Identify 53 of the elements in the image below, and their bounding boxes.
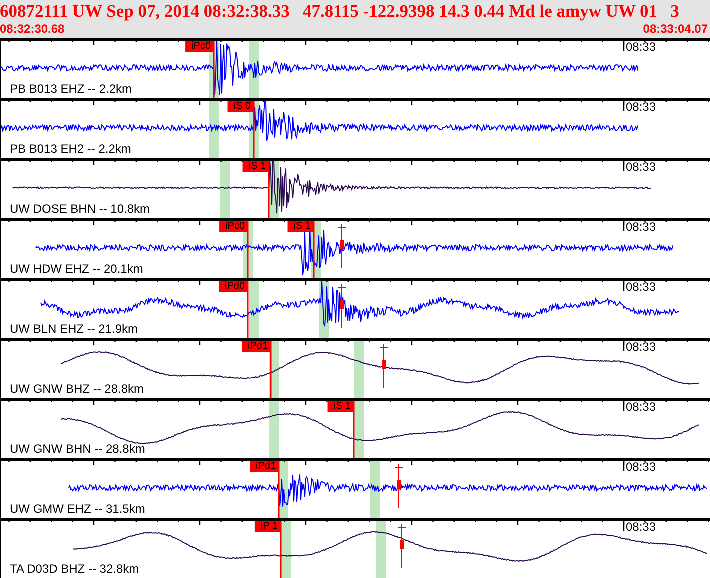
pick-window	[220, 160, 230, 218]
channel-label: UW BLN EHZ -- 21.9km	[10, 323, 138, 336]
channel-label: TA D03D BHZ -- 32.8km	[10, 563, 140, 576]
pick-label[interactable]: iS 0	[228, 101, 254, 112]
pick-line	[280, 521, 282, 578]
time-label: 08:33	[626, 101, 656, 114]
channel-label: UW HDW EHZ -- 20.1km	[10, 263, 144, 276]
amplitude-marker	[338, 284, 346, 328]
pick-line	[247, 221, 249, 278]
event-summary: 60872111 UW Sep 07, 2014 08:32:38.33 47.8115 -122.9398 14.3 0.44 Md le amyw UW 01 3	[0, 0, 680, 22]
pick-line	[247, 281, 249, 338]
time-label: 08:33	[626, 341, 656, 354]
end-time: 08:33:04.07	[643, 22, 708, 36]
time-label: 08:33	[626, 521, 656, 534]
pick-window	[249, 280, 259, 338]
start-time: 08:32:30.68	[0, 22, 65, 36]
amplitude-marker	[398, 524, 406, 568]
channel-label: PB B013 EH2 -- 2.2km	[10, 143, 132, 156]
channel-label: UW GNW BHN -- 28.8km	[10, 443, 146, 456]
pick-label[interactable]: iPd1	[250, 461, 279, 472]
amplitude-marker	[338, 224, 346, 268]
channel-label: PB B013 EHZ -- 2.2km	[10, 83, 132, 96]
pick-line	[213, 41, 215, 98]
pick-line	[278, 461, 280, 518]
pick-window	[269, 400, 279, 458]
time-label: 08:33	[626, 281, 656, 294]
time-label: 08:33	[626, 461, 656, 474]
pick-label[interactable]: iP 1	[254, 521, 281, 532]
pick-label[interactable]: iS 1	[242, 161, 269, 172]
channel-label: UW GNW BHZ -- 28.8km	[10, 383, 144, 396]
pick-line	[353, 401, 355, 458]
pick-label[interactable]: iPc0	[220, 221, 248, 232]
channel-label: UW GMW EHZ -- 31.5km	[10, 503, 146, 516]
pick-window	[354, 340, 364, 398]
time-label: 08:33	[626, 161, 656, 174]
pick-label[interactable]: iPd1	[242, 341, 271, 352]
time-label: 08:33	[626, 41, 656, 54]
time-label: 08:33	[626, 221, 656, 234]
pick-window	[370, 460, 380, 518]
pick-label[interactable]: iS 1	[288, 221, 314, 232]
amplitude-marker	[380, 344, 388, 388]
pick-label[interactable]: iPd0	[218, 281, 248, 292]
amplitude-marker	[394, 464, 404, 508]
time-label: 08:33	[626, 401, 656, 414]
pick-line	[268, 161, 270, 218]
channel-label: UW DOSE BHN -- 10.8km	[10, 203, 150, 216]
pick-label[interactable]: iS 1	[328, 401, 354, 412]
pick-window	[376, 520, 386, 578]
pick-line	[313, 221, 315, 278]
pick-line	[253, 101, 255, 158]
pick-line	[270, 341, 272, 398]
pick-window	[209, 100, 219, 158]
pick-label[interactable]: iPc0	[186, 41, 214, 52]
